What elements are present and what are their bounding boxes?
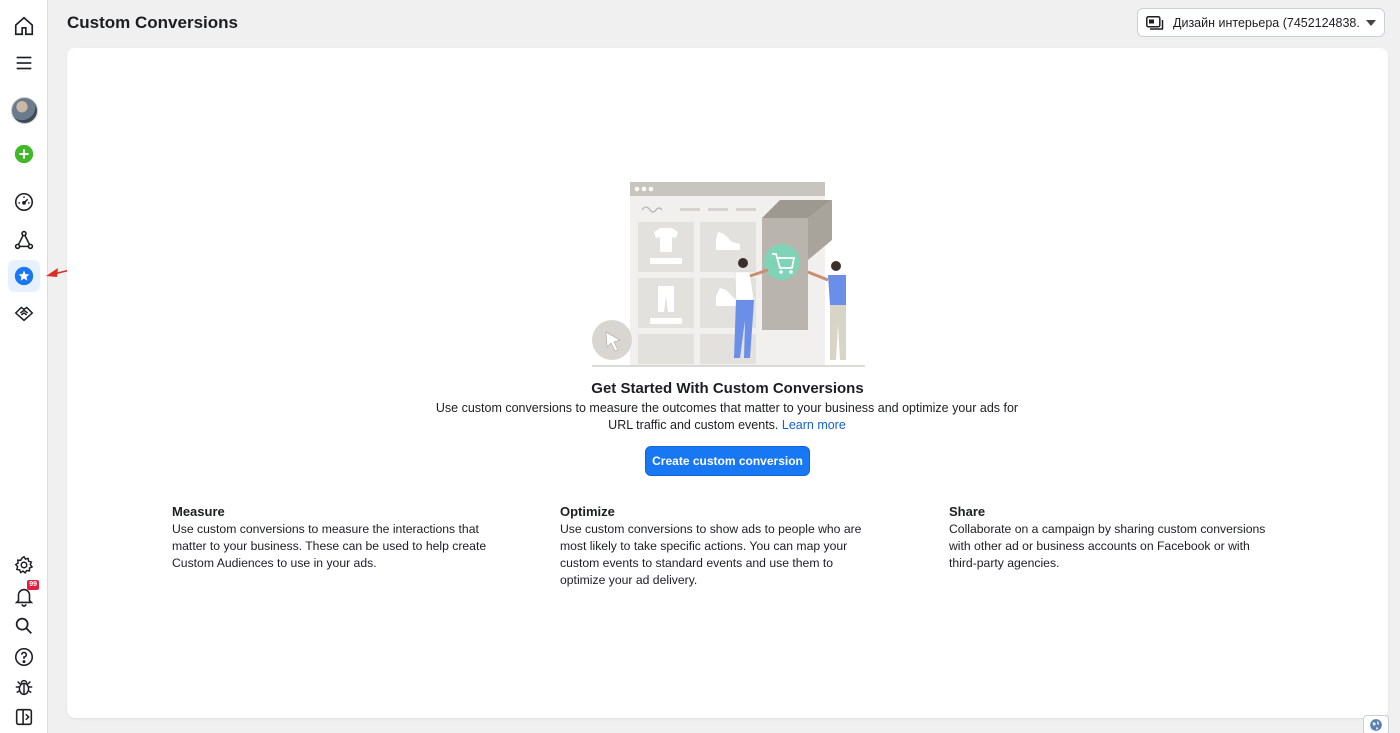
page-title: Custom Conversions <box>67 13 238 32</box>
gauge-icon <box>14 192 34 212</box>
gear-icon <box>14 555 34 574</box>
feature-text: Collaborate on a campaign by sharing cus… <box>949 522 1266 570</box>
bug-icon <box>15 679 33 696</box>
dashboard-button[interactable] <box>8 186 40 218</box>
notification-count-badge: 99 <box>27 580 39 590</box>
chevron-down-icon <box>1366 19 1376 26</box>
feature-title: Optimize <box>560 504 615 519</box>
star-circle-icon <box>14 266 34 286</box>
help-button[interactable] <box>8 641 40 673</box>
feature-text: Use custom conversions to measure the in… <box>172 522 487 570</box>
report-bug-button[interactable] <box>8 671 40 703</box>
feature-title: Share <box>949 504 986 519</box>
menu-button[interactable] <box>8 47 40 79</box>
language-button[interactable] <box>1363 715 1389 733</box>
sidebar-toggle-icon <box>15 708 33 726</box>
ad-account-name: Дизайн интерьера (7452124838... <box>1173 15 1360 30</box>
ad-account-selector[interactable]: Дизайн интерьера (7452124838... <box>1137 8 1385 37</box>
empty-state-card: Get Started With Custom Conversions Use … <box>67 48 1388 718</box>
events-manager-button[interactable] <box>8 224 40 256</box>
left-sidebar: 99 <box>0 0 48 733</box>
create-button[interactable] <box>8 138 40 170</box>
learn-more-link[interactable]: Learn more <box>782 418 846 432</box>
feature-text: Use custom conversions to show ads to pe… <box>560 522 862 587</box>
feature-title: Measure <box>172 504 225 519</box>
search-icon <box>15 617 32 634</box>
handshake-icon <box>14 306 34 322</box>
feature-measure: Measure Use custom conversions to measur… <box>172 504 492 572</box>
partners-button[interactable] <box>8 297 40 329</box>
profile-button[interactable] <box>8 94 40 126</box>
hamburger-menu-icon <box>16 56 32 70</box>
avatar <box>10 96 38 124</box>
notifications-button[interactable]: 99 <box>8 580 40 612</box>
description-text: Use custom conversions to measure the ou… <box>435 401 1019 432</box>
storefront-illustration <box>592 182 865 367</box>
custom-conversions-button[interactable] <box>8 260 40 292</box>
empty-state-heading: Get Started With Custom Conversions <box>591 380 864 397</box>
globe-icon <box>1370 719 1382 731</box>
network-nodes-icon <box>14 230 34 250</box>
search-button[interactable] <box>8 610 40 642</box>
home-icon <box>14 16 34 36</box>
feature-optimize: Optimize Use custom conversions to show … <box>560 504 880 589</box>
feature-share: Share Collaborate on a campaign by shari… <box>949 504 1269 572</box>
question-icon <box>14 647 34 667</box>
empty-state-description: Use custom conversions to measure the ou… <box>427 400 1027 434</box>
toggle-panel-button[interactable] <box>8 701 40 733</box>
settings-button[interactable] <box>8 549 40 581</box>
plus-circle-icon <box>14 144 34 164</box>
home-button[interactable] <box>8 10 40 42</box>
ad-account-icon <box>1146 15 1164 30</box>
create-custom-conversion-button[interactable]: Create custom conversion <box>645 446 810 476</box>
